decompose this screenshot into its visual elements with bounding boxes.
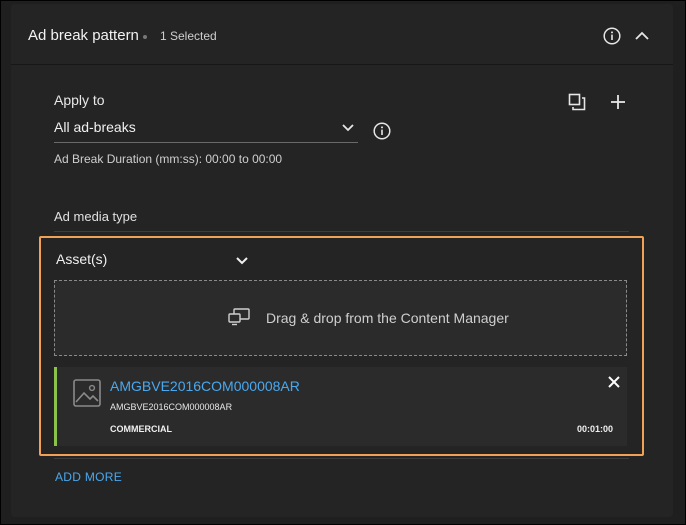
separator-dot bbox=[143, 35, 147, 39]
asset-id: AMGBVE2016COM000008AR bbox=[110, 402, 233, 412]
add-more-button[interactable]: ADD MORE bbox=[55, 470, 122, 484]
selected-count: 1 Selected bbox=[160, 29, 217, 43]
media-type-select[interactable]: Asset(s) bbox=[56, 248, 252, 272]
ad-media-type-label: Ad media type bbox=[54, 209, 138, 224]
divider bbox=[54, 458, 629, 459]
ad-break-pattern-panel: Ad break pattern 1 Selected Apply to All… bbox=[11, 4, 673, 517]
asset-title-link[interactable]: AMGBVE2016COM000008AR bbox=[110, 378, 300, 394]
chevron-down-icon bbox=[342, 124, 354, 132]
info-icon[interactable] bbox=[373, 122, 391, 140]
window-frame: Ad break pattern 1 Selected Apply to All… bbox=[0, 0, 686, 525]
ad-break-duration: Ad Break Duration (mm:ss): 00:00 to 00:0… bbox=[54, 152, 283, 166]
apply-to-label: Apply to bbox=[54, 92, 105, 108]
chevron-down-icon bbox=[236, 257, 248, 265]
info-icon[interactable] bbox=[603, 27, 621, 45]
screens-icon bbox=[228, 308, 250, 326]
asset-type: COMMERCIAL bbox=[110, 424, 172, 434]
asset-card[interactable]: AMGBVE2016COM000008AR AMGBVE2016COM00000… bbox=[54, 367, 627, 446]
chevron-up-icon[interactable] bbox=[634, 29, 650, 43]
panel-title: Ad break pattern bbox=[28, 27, 139, 44]
apply-to-value: All ad-breaks bbox=[54, 119, 136, 135]
divider bbox=[54, 231, 629, 232]
asset-duration: 00:01:00 bbox=[576, 424, 613, 434]
dropzone-text: Drag & drop from the Content Manager bbox=[266, 310, 509, 326]
close-icon[interactable] bbox=[607, 375, 621, 389]
copy-icon[interactable] bbox=[568, 93, 586, 111]
image-placeholder-icon bbox=[73, 379, 101, 407]
apply-to-select[interactable]: All ad-breaks bbox=[54, 116, 358, 143]
plus-icon[interactable] bbox=[609, 93, 627, 111]
panel-header[interactable]: Ad break pattern 1 Selected bbox=[11, 4, 673, 65]
media-type-value: Asset(s) bbox=[56, 251, 108, 267]
content-dropzone[interactable]: Drag & drop from the Content Manager bbox=[54, 280, 627, 356]
